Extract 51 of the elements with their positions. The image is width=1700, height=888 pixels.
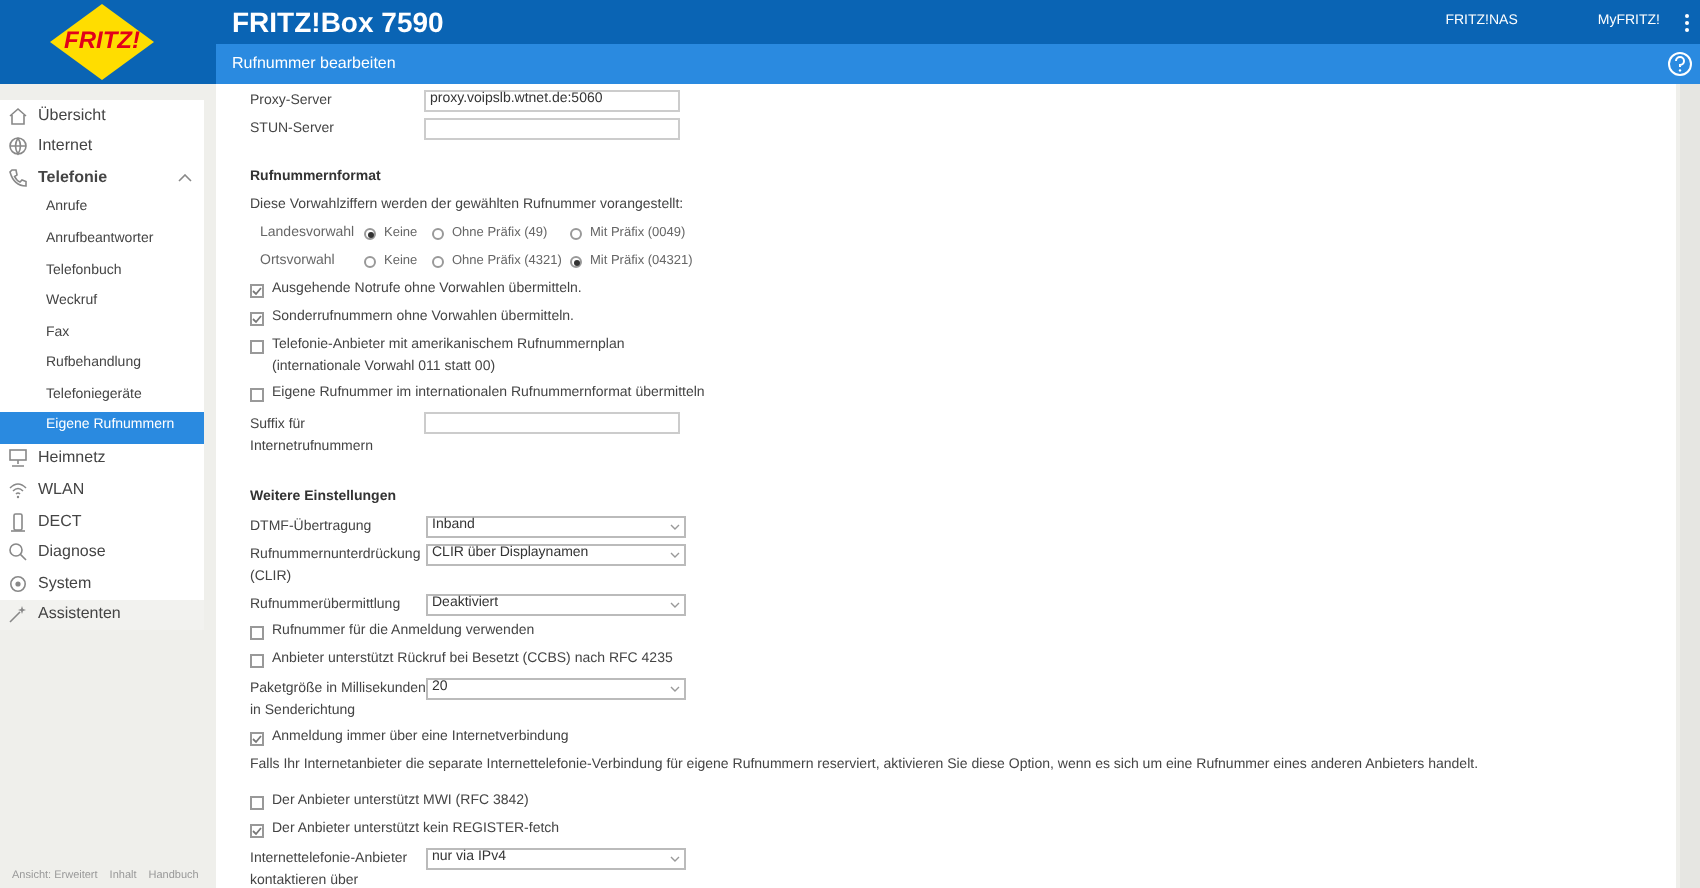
handset-icon (8, 511, 28, 532)
chevron-down-icon (670, 855, 680, 861)
sidebar-item[interactable]: System (0, 567, 204, 599)
help-icon (1674, 56, 1686, 72)
wand-icon (8, 604, 28, 625)
sidebar-item[interactable]: Heimnetz (0, 443, 204, 475)
check-icon (252, 825, 262, 835)
chevron-down-icon (670, 685, 680, 691)
more-icon (1684, 13, 1690, 31)
wifi-icon (8, 479, 28, 500)
checkbox[interactable] (250, 311, 264, 325)
chevron-down-icon (670, 523, 680, 529)
radio-button[interactable] (432, 228, 444, 240)
input-field[interactable] (424, 117, 680, 139)
logo-diamond (48, 2, 156, 82)
help-button[interactable] (1668, 52, 1692, 76)
checkbox[interactable] (250, 795, 264, 809)
check-icon (252, 733, 262, 743)
checkbox[interactable] (250, 283, 264, 297)
network-icon (8, 448, 28, 469)
radio-button[interactable] (570, 256, 582, 268)
checkbox[interactable] (250, 339, 264, 353)
chevron-down-icon (670, 601, 680, 607)
checkbox[interactable] (250, 625, 264, 639)
scrollbar[interactable] (1680, 84, 1700, 888)
radio-button[interactable] (364, 256, 376, 268)
check-icon (252, 285, 262, 295)
sidebar-item[interactable]: Übersicht (0, 100, 204, 132)
checkbox[interactable] (250, 823, 264, 837)
radio-button[interactable] (570, 228, 582, 240)
sidebar-item[interactable]: Diagnose (0, 536, 204, 568)
checkbox[interactable] (250, 731, 264, 745)
sidebar-item[interactable]: DECT (0, 505, 204, 537)
logo-text: FRITZ! (64, 26, 140, 54)
magnifier-icon (8, 542, 28, 563)
sidebar-item[interactable]: Assistenten (0, 599, 204, 631)
sidebar-item[interactable]: Telefonie (0, 162, 204, 194)
radio-button[interactable] (364, 228, 376, 240)
sidebar-item[interactable]: WLAN (0, 474, 204, 506)
phone-icon (8, 167, 28, 188)
input-field[interactable] (424, 412, 680, 434)
chevron-down-icon (670, 551, 680, 557)
globe-icon (8, 136, 28, 157)
app-title: FRITZ!Box 7590 (232, 3, 444, 41)
check-icon (252, 313, 262, 323)
checkbox[interactable] (250, 387, 264, 401)
home-icon (8, 105, 28, 126)
sidebar-item[interactable]: Internet (0, 131, 204, 163)
page-title: Rufnummer bearbeiten (232, 52, 396, 76)
checkbox[interactable] (250, 653, 264, 667)
radio-button[interactable] (432, 256, 444, 268)
